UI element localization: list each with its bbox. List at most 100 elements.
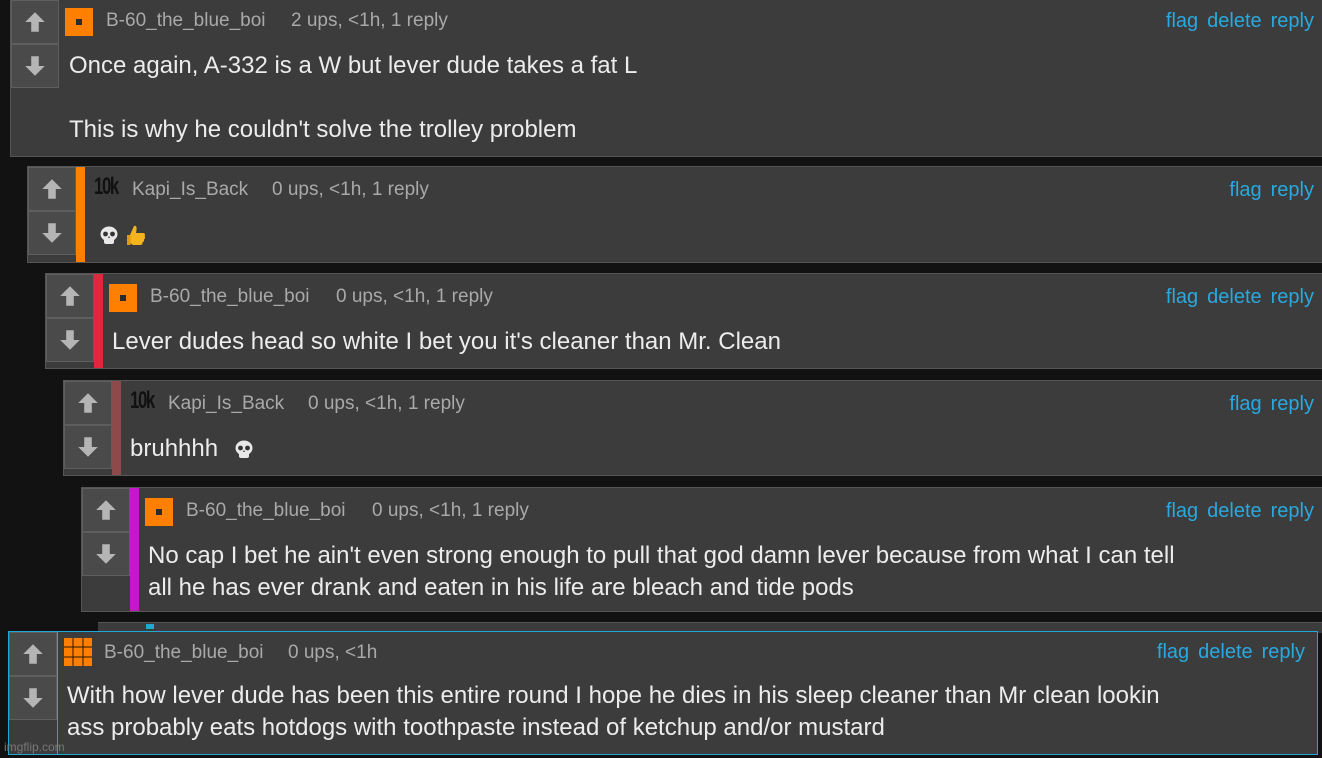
- reply-link[interactable]: reply: [1262, 641, 1305, 663]
- avatar-dot: [76, 19, 82, 25]
- comment-line: bruhhhh: [130, 435, 219, 462]
- thread-bar: [130, 488, 139, 611]
- delete-link[interactable]: delete: [1207, 10, 1262, 32]
- points-badge: 10k: [94, 173, 119, 200]
- avatar[interactable]: [64, 638, 92, 666]
- avatar[interactable]: [145, 498, 173, 526]
- arrow-down-icon: [96, 544, 116, 564]
- reply-link[interactable]: reply: [1271, 179, 1314, 201]
- comment-actions: flag reply: [1220, 393, 1314, 416]
- avatar-dot: [120, 295, 126, 301]
- comment-2: 10k Kapi_Is_Back 0 ups, <1h, 1 reply fla…: [27, 166, 1322, 263]
- thread-bar: [112, 381, 121, 475]
- comment-meta: 0 ups, <1h, 1 reply: [308, 393, 465, 414]
- comment-line: Once again, A-332 is a W but lever dude …: [69, 52, 638, 79]
- delete-link[interactable]: delete: [1198, 641, 1253, 663]
- reply-link[interactable]: reply: [1271, 500, 1314, 522]
- watermark: imgflip.com: [4, 740, 65, 754]
- comment-body: With how lever dude has been this entire…: [67, 680, 1160, 744]
- avatar[interactable]: [65, 8, 93, 36]
- arrow-up-icon: [78, 393, 98, 413]
- comment-line: With how lever dude has been this entire…: [67, 682, 1160, 709]
- comment-author[interactable]: B-60_the_blue_boi: [104, 642, 264, 664]
- arrow-down-icon: [25, 56, 45, 76]
- comment-actions: flag delete reply: [1157, 500, 1314, 523]
- delete-link[interactable]: delete: [1207, 500, 1262, 522]
- comment-body: No cap I bet he ain't even strong enough…: [148, 540, 1175, 604]
- comment-line: all he has ever drank and eaten in his l…: [148, 574, 854, 601]
- arrow-up-icon: [42, 179, 62, 199]
- comment-meta: 0 ups, <1h, 1 reply: [272, 179, 429, 200]
- comment-author[interactable]: B-60_the_blue_boi: [186, 500, 346, 522]
- arrow-down-icon: [42, 223, 62, 243]
- vote-column: [46, 274, 94, 362]
- reply-link[interactable]: reply: [1271, 10, 1314, 32]
- comment-4: 10k Kapi_Is_Back 0 ups, <1h, 1 reply fla…: [63, 380, 1322, 476]
- comment-body: bruhhhh: [130, 433, 261, 465]
- flag-link[interactable]: flag: [1229, 393, 1261, 415]
- upvote-button[interactable]: [64, 381, 112, 425]
- downvote-button[interactable]: [82, 532, 130, 576]
- comment-author[interactable]: B-60_the_blue_boi: [106, 10, 266, 32]
- upvote-button[interactable]: [11, 0, 59, 44]
- upvote-button[interactable]: [82, 488, 130, 532]
- thread-bar: [94, 274, 103, 368]
- downvote-button[interactable]: [11, 44, 59, 88]
- upvote-button[interactable]: [9, 632, 57, 676]
- flag-link[interactable]: flag: [1166, 500, 1198, 522]
- arrow-down-icon: [60, 330, 80, 350]
- skull-emoji: [100, 226, 118, 244]
- comment-actions: flag delete reply: [1157, 10, 1314, 33]
- comment-6-highlighted: B-60_the_blue_boi 0 ups, <1h flag delete r…: [8, 631, 1318, 755]
- comment-line: ass probably eats hotdogs with toothpast…: [67, 714, 885, 741]
- comment-actions: flag delete reply: [1148, 641, 1305, 664]
- avatar[interactable]: [109, 284, 137, 312]
- comment-1: B-60_the_blue_boi 2 ups, <1h, 1 reply fl…: [10, 0, 1322, 157]
- downvote-button[interactable]: [9, 676, 57, 720]
- comment-author[interactable]: Kapi_Is_Back: [132, 179, 248, 201]
- flag-link[interactable]: flag: [1166, 10, 1198, 32]
- arrow-up-icon: [25, 12, 45, 32]
- comment-5: B-60_the_blue_boi 0 ups, <1h, 1 reply fl…: [81, 487, 1322, 612]
- vote-column: [82, 488, 130, 576]
- upvote-button[interactable]: [28, 167, 76, 211]
- arrow-down-icon: [23, 688, 43, 708]
- comment-line: This is why he couldn't solve the trolle…: [69, 116, 577, 143]
- reply-link[interactable]: reply: [1271, 286, 1314, 308]
- vote-column: [11, 0, 59, 88]
- comment-author[interactable]: B-60_the_blue_boi: [150, 286, 310, 308]
- comment-author[interactable]: Kapi_Is_Back: [168, 393, 284, 415]
- upvote-button[interactable]: [46, 274, 94, 318]
- vote-column: [28, 167, 76, 255]
- avatar-dot: [156, 509, 162, 515]
- arrow-up-icon: [96, 500, 116, 520]
- comment-3: B-60_the_blue_boi 0 ups, <1h, 1 reply fl…: [45, 273, 1322, 369]
- downvote-button[interactable]: [64, 425, 112, 469]
- thread-bar: [76, 167, 85, 262]
- flag-link[interactable]: flag: [1166, 286, 1198, 308]
- highlight-left-edge: [57, 632, 58, 754]
- comment-line: Lever dudes head so white I bet you it's…: [112, 328, 781, 355]
- flag-link[interactable]: flag: [1157, 641, 1189, 663]
- comment-body: Lever dudes head so white I bet you it's…: [112, 326, 781, 358]
- collapsed-comment-marker: [146, 624, 154, 629]
- downvote-button[interactable]: [46, 318, 94, 362]
- comment-line: [69, 82, 637, 114]
- arrow-up-icon: [23, 644, 43, 664]
- comment-meta: 2 ups, <1h, 1 reply: [291, 10, 448, 31]
- comment-body: [98, 219, 152, 251]
- comment-meta: 0 ups, <1h: [288, 642, 378, 663]
- comment-meta: 0 ups, <1h, 1 reply: [372, 500, 529, 521]
- arrow-down-icon: [78, 437, 98, 457]
- reply-link[interactable]: reply: [1271, 393, 1314, 415]
- vote-column: [9, 632, 57, 720]
- thumbs-up-emoji: [127, 225, 146, 245]
- vote-column: [64, 381, 112, 469]
- delete-link[interactable]: delete: [1207, 286, 1262, 308]
- skull-emoji: [235, 440, 253, 458]
- downvote-button[interactable]: [28, 211, 76, 255]
- points-badge: 10k: [130, 387, 155, 414]
- flag-link[interactable]: flag: [1229, 179, 1261, 201]
- comment-body: Once again, A-332 is a W but lever dude …: [69, 50, 637, 146]
- comment-actions: flag delete reply: [1157, 286, 1314, 309]
